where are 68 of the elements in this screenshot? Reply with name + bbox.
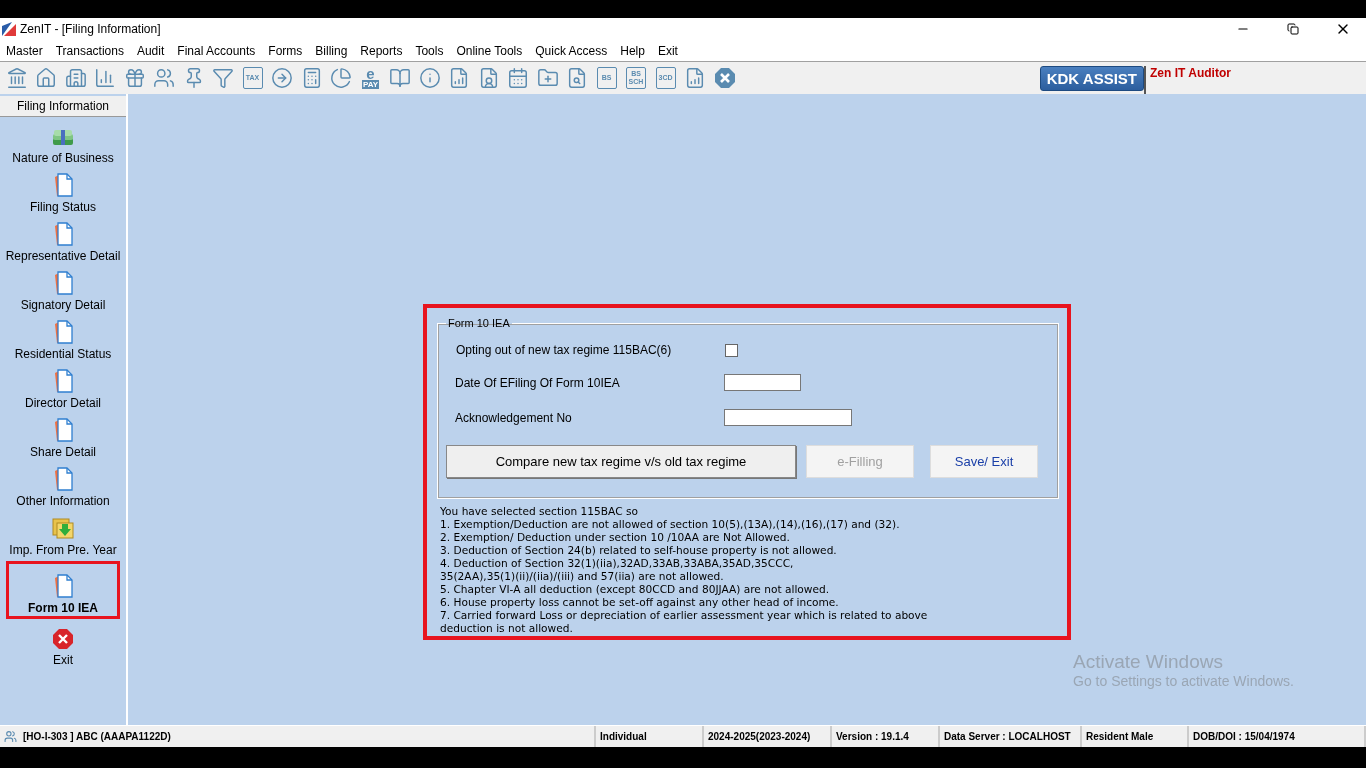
- sidebar-title: Filing Information: [0, 96, 126, 117]
- menu-item[interactable]: Reports: [360, 43, 403, 58]
- note-text: 1. Exemption/Deduction are not allowed of section 10(5),(13A),(14),(16),(17) and (32).: [440, 518, 901, 531]
- sidebar-item[interactable]: Share Detail: [29, 445, 96, 459]
- menu-item[interactable]: Billing: [315, 43, 348, 58]
- users-icon: [4, 730, 17, 743]
- status-text: Resident Male: [1086, 731, 1154, 742]
- sidebar-item[interactable]: Exit: [53, 653, 73, 667]
- assist-button[interactable]: KDK ASSIST: [1039, 65, 1144, 91]
- menu-item[interactable]: Audit: [136, 43, 165, 58]
- menu-item[interactable]: Forms: [268, 43, 303, 58]
- sidebar-item[interactable]: Representative Detail: [5, 249, 121, 263]
- menu-item[interactable]: Master: [6, 43, 43, 58]
- sidebar-item[interactable]: Signatory Detail: [20, 298, 106, 312]
- note-text: 7. Carried forward Loss or depreciation of earlier assessment year which is related to above: [440, 609, 929, 622]
- menu-item[interactable]: Tools: [415, 43, 444, 58]
- field-label: Date Of EFiling Of Form 10IEA: [454, 375, 621, 390]
- document-icon: [52, 320, 74, 344]
- input-field[interactable]: [724, 409, 852, 426]
- sidebar-item[interactable]: Other Information: [16, 494, 110, 508]
- sidebar-item[interactable]: Form 10 IEA: [28, 601, 98, 615]
- note-text: deduction is not allowed.: [440, 622, 574, 635]
- status-text: Individual: [600, 731, 647, 742]
- status-text: Data Server : LOCALHOST: [944, 731, 1071, 742]
- note-text: 6. House property loss cannot be set-off against any other head of income.: [440, 596, 840, 609]
- sidebar-item[interactable]: Filing Status: [30, 200, 96, 214]
- menu-item[interactable]: Transactions: [55, 43, 124, 58]
- exit-icon: [52, 628, 74, 650]
- document-icon: [52, 467, 74, 491]
- menu-item[interactable]: Exit: [657, 43, 678, 58]
- status-text: 2024-2025(2023-2024): [708, 731, 811, 742]
- watermark-subtitle: Go to Settings to activate Windows.: [1073, 673, 1294, 689]
- checkbox[interactable]: [725, 343, 738, 357]
- menu-item[interactable]: Online Tools: [456, 43, 523, 58]
- group-title: Form 10 IEA: [447, 317, 511, 329]
- document-icon: [52, 418, 74, 442]
- status-text: DOB/DOI : 15/04/1974: [1193, 731, 1295, 742]
- restore-icon[interactable]: [1287, 23, 1299, 35]
- note-text: You have selected section 115BAC so: [440, 505, 639, 518]
- sidebar-item[interactable]: Nature of Business: [12, 151, 114, 165]
- folder-import-icon: [51, 516, 75, 540]
- status-text: [HO-I-303 ] ABC (AAAPA1122D): [23, 731, 171, 742]
- document-icon: [52, 574, 74, 598]
- document-icon: [52, 271, 74, 295]
- action-button[interactable]: Save/ Exit: [930, 445, 1038, 478]
- note-text: 3. Deduction of Section 24(b) related to self-house property is not allowed.: [440, 544, 838, 557]
- money-stack-icon: [51, 128, 75, 148]
- note-text: 5. Chapter VI-A all deduction (except 80CCD and 80JJAA) are not allowed.: [440, 583, 831, 596]
- document-icon: [52, 173, 74, 197]
- app-logo-icon: [2, 22, 16, 36]
- watermark-title: Activate Windows: [1073, 651, 1224, 673]
- input-field[interactable]: [724, 374, 801, 391]
- status-text: Version : 19.1.4: [836, 731, 909, 742]
- sidebar-item[interactable]: Imp. From Pre. Year: [9, 543, 117, 557]
- note-text: 35(2AA),35(1)(ii)/(iia)/(iii) and 57(iia) are not allowed.: [440, 570, 725, 583]
- menu-item[interactable]: Quick Access: [535, 43, 608, 58]
- sidebar-item[interactable]: Director Detail: [25, 396, 101, 410]
- note-text: 4. Deduction of Section 32(1)(iia),32AD,33AB,33ABA,35AD,35CCC,: [440, 557, 795, 570]
- sidebar-item[interactable]: Residential Status: [14, 347, 112, 361]
- document-icon: [52, 369, 74, 393]
- action-button[interactable]: Compare new tax regime v/s old tax regime: [446, 445, 796, 478]
- document-icon: [52, 222, 74, 246]
- field-label: Opting out of new tax regime 115BAC(6): [455, 343, 673, 357]
- note-text: 2. Exemption/ Deduction under section 10 /10AA are Not Allowed.: [440, 531, 791, 544]
- field-label: Acknowledgement No: [454, 410, 573, 425]
- menu-item[interactable]: Final Accounts: [177, 43, 256, 58]
- menu-item[interactable]: Help: [620, 43, 645, 58]
- window-title: ZenIT - [Filing Information]: [20, 22, 162, 36]
